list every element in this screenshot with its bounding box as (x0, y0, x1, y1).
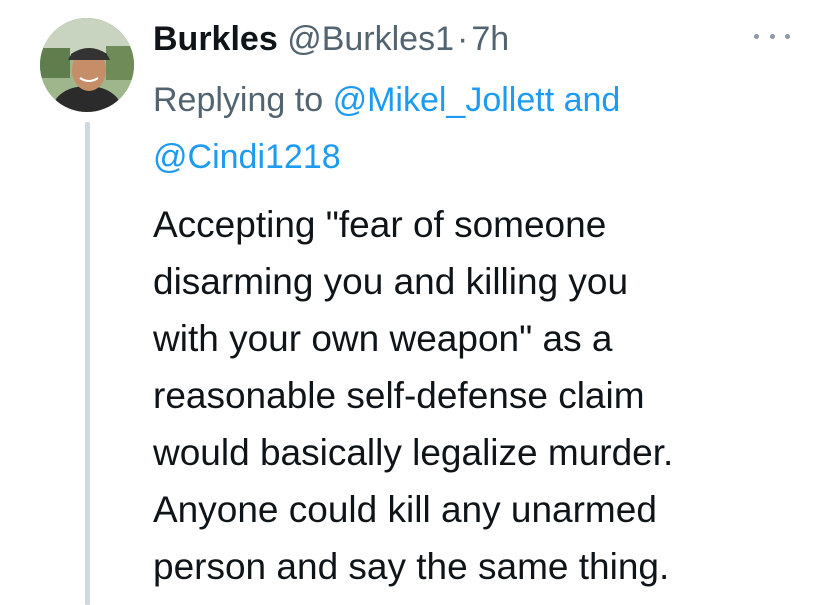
tweet-text-line: Anyone could kill any unarmed (153, 489, 657, 530)
more-dot (785, 33, 790, 39)
more-dot (754, 33, 759, 39)
mention-joiner[interactable]: and (564, 81, 621, 119)
thread-connector-line (85, 122, 90, 605)
tweet-header: Burkles @Burkles1·7h (153, 16, 753, 62)
more-options-icon[interactable] (754, 26, 790, 46)
tweet-text-line: reasonable self-defense claim (153, 375, 645, 416)
more-dot (769, 33, 775, 39)
tweet-text-line: would basically legalize murder. (153, 432, 674, 473)
mention-link[interactable]: @Cindi1218 (153, 138, 341, 176)
replying-to: Replying to @Mikel_Jollett and @Cindi121… (153, 72, 793, 186)
separator-dot: · (456, 20, 469, 58)
timestamp[interactable]: 7h (471, 20, 509, 58)
tweet-text: Accepting "fear of someone disarming you… (153, 196, 803, 595)
profile-photo (40, 18, 134, 112)
tweet-text-line: person and say the same thing. (153, 546, 670, 587)
tweet-text-line: Accepting "fear of someone (153, 204, 607, 245)
tweet-text-line: with your own weapon" as a (153, 318, 613, 359)
avatar[interactable] (40, 18, 134, 112)
replying-to-label: Replying to (153, 81, 324, 119)
user-handle[interactable]: @Burkles1 (287, 20, 454, 58)
tweet-text-line: disarming you and killing you (153, 261, 629, 302)
mention-link[interactable]: @Mikel_Jollett (333, 81, 555, 119)
display-name[interactable]: Burkles (153, 20, 278, 58)
